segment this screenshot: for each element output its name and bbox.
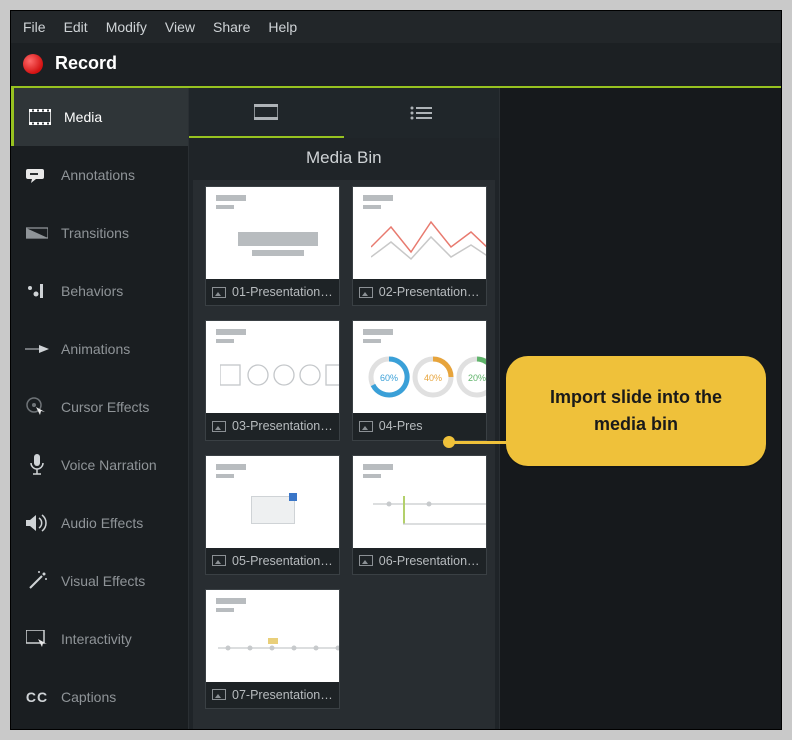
image-icon xyxy=(212,421,226,432)
callout-pointer-dot xyxy=(443,436,455,448)
sidebar-item-media[interactable]: Media xyxy=(11,88,188,146)
media-item-label: 04-Pres xyxy=(353,413,486,439)
sidebar-item-label: Visual Effects xyxy=(61,573,145,589)
media-item-label: 03-Presentation… xyxy=(206,413,339,439)
svg-text:40%: 40% xyxy=(424,373,442,383)
image-icon xyxy=(359,555,373,566)
film-icon xyxy=(28,109,52,125)
wand-icon xyxy=(25,570,49,592)
sidebar-item-label: Media xyxy=(64,109,102,125)
media-thumbnail xyxy=(353,187,486,279)
list-icon xyxy=(410,106,432,120)
media-bin: 01-Presentation… 02-Presentation… xyxy=(189,180,499,729)
media-item[interactable]: 03-Presentation… xyxy=(205,320,340,440)
view-tab-thumbnail[interactable] xyxy=(189,88,344,138)
menu-edit[interactable]: Edit xyxy=(64,19,88,35)
sidebar-item-label: Transitions xyxy=(61,225,129,241)
sidebar-item-annotations[interactable]: Annotations xyxy=(11,146,188,204)
sidebar-item-interactivity[interactable]: Interactivity xyxy=(11,610,188,668)
speaker-icon xyxy=(25,514,49,532)
sidebar-item-audio-effects[interactable]: Audio Effects xyxy=(11,494,188,552)
sidebar-item-label: Cursor Effects xyxy=(61,399,149,415)
annotation-icon xyxy=(25,167,49,183)
film-icon xyxy=(254,104,278,120)
media-item-label: 07-Presentation… xyxy=(206,682,339,708)
transitions-icon xyxy=(25,226,49,240)
menu-file[interactable]: File xyxy=(23,19,46,35)
image-icon xyxy=(359,287,373,298)
media-thumbnail xyxy=(206,187,339,279)
media-thumbnail: 60% 40% 20% xyxy=(353,321,486,413)
app-window: File Edit Modify View Share Help Record … xyxy=(10,10,782,730)
mic-icon xyxy=(25,454,49,476)
sidebar-item-label: Behaviors xyxy=(61,283,123,299)
media-thumbnail xyxy=(206,321,339,413)
media-item-label: 05-Presentation… xyxy=(206,548,339,574)
media-item-label: 02-Presentation… xyxy=(353,279,486,305)
sidebar-item-label: Annotations xyxy=(61,167,135,183)
view-tabs xyxy=(189,88,499,138)
image-icon xyxy=(359,421,373,432)
image-icon xyxy=(212,689,226,700)
interactivity-icon xyxy=(25,630,49,648)
behaviors-icon xyxy=(25,282,49,300)
media-bin-title: Media Bin xyxy=(189,138,499,180)
sidebar-item-cursor-effects[interactable]: Cursor Effects xyxy=(11,378,188,436)
sidebar-item-behaviors[interactable]: Behaviors xyxy=(11,262,188,320)
media-item[interactable]: 07-Presentation… xyxy=(205,589,340,709)
menu-modify[interactable]: Modify xyxy=(106,19,147,35)
sidebar-item-captions[interactable]: CC Captions xyxy=(11,668,188,726)
tutorial-callout: Import slide into the media bin xyxy=(506,356,766,466)
svg-text:60%: 60% xyxy=(380,373,398,383)
sidebar-item-visual-effects[interactable]: Visual Effects xyxy=(11,552,188,610)
media-item[interactable]: 02-Presentation… xyxy=(352,186,487,306)
sidebar-item-voice-narration[interactable]: Voice Narration xyxy=(11,436,188,494)
cc-icon: CC xyxy=(25,689,49,705)
menu-bar: File Edit Modify View Share Help xyxy=(11,11,781,43)
view-tab-list[interactable] xyxy=(344,88,499,138)
callout-pointer-line xyxy=(449,441,509,444)
record-icon xyxy=(23,54,43,74)
sidebar-item-label: Animations xyxy=(61,341,130,357)
media-item-label: 06-Presentation… xyxy=(353,548,486,574)
sidebar-item-animations[interactable]: Animations xyxy=(11,320,188,378)
animations-icon xyxy=(25,343,49,355)
callout-text: Import slide into the media bin xyxy=(550,387,722,434)
media-thumbnail xyxy=(206,590,339,682)
image-icon xyxy=(212,555,226,566)
center-pane: Media Bin 01-Presentation… xyxy=(189,88,500,729)
sidebar-item-label: Interactivity xyxy=(61,631,132,647)
menu-share[interactable]: Share xyxy=(213,19,250,35)
image-icon xyxy=(212,287,226,298)
media-item[interactable]: 01-Presentation… xyxy=(205,186,340,306)
media-thumbnail xyxy=(206,456,339,548)
media-item-label: 01-Presentation… xyxy=(206,279,339,305)
sidebar-item-label: Captions xyxy=(61,689,116,705)
menu-help[interactable]: Help xyxy=(268,19,297,35)
record-label: Record xyxy=(55,53,117,74)
media-item[interactable]: 06-Presentation… xyxy=(352,455,487,575)
media-thumbnail xyxy=(353,456,486,548)
media-item[interactable]: 60% 40% 20% 04-Pres xyxy=(352,320,487,440)
media-item[interactable]: 05-Presentation… xyxy=(205,455,340,575)
sidebar: Media Annotations Transitions Behaviors xyxy=(11,88,189,729)
sidebar-item-label: Audio Effects xyxy=(61,515,143,531)
svg-text:20%: 20% xyxy=(468,373,486,383)
record-bar[interactable]: Record xyxy=(11,43,781,88)
sidebar-item-label: Voice Narration xyxy=(61,457,157,473)
menu-view[interactable]: View xyxy=(165,19,195,35)
cursor-effects-icon xyxy=(25,397,49,417)
sidebar-item-transitions[interactable]: Transitions xyxy=(11,204,188,262)
